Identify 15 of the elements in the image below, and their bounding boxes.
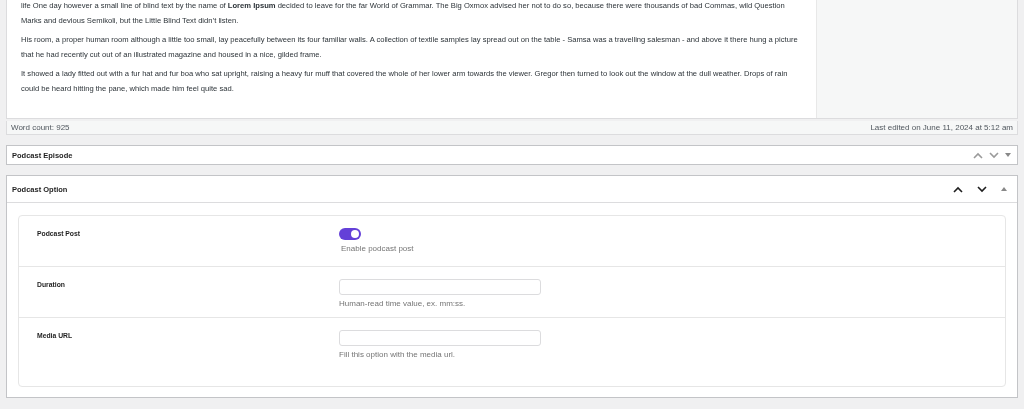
help-text: Enable podcast post xyxy=(340,244,414,253)
input-field[interactable] xyxy=(339,330,541,346)
chevron-down-icon xyxy=(989,151,999,159)
triangle-up-icon xyxy=(1001,187,1007,191)
last-edited: Last edited on June 11, 2024 at 5:12 am xyxy=(870,123,1013,132)
input-field[interactable] xyxy=(339,279,541,295)
toggle-panel-button[interactable] xyxy=(1003,151,1013,159)
toggle-switch[interactable] xyxy=(339,228,361,240)
chevron-up-icon xyxy=(953,185,963,193)
triangle-down-icon xyxy=(1005,153,1011,157)
help-text: Human-read time value, ex. mm:ss. xyxy=(339,299,467,308)
word-count: Word count: 925 xyxy=(11,123,70,132)
help-text: Fill this option with the media url. xyxy=(339,350,457,359)
chevron-up-icon xyxy=(973,151,983,159)
chevron-down-icon xyxy=(977,185,987,193)
